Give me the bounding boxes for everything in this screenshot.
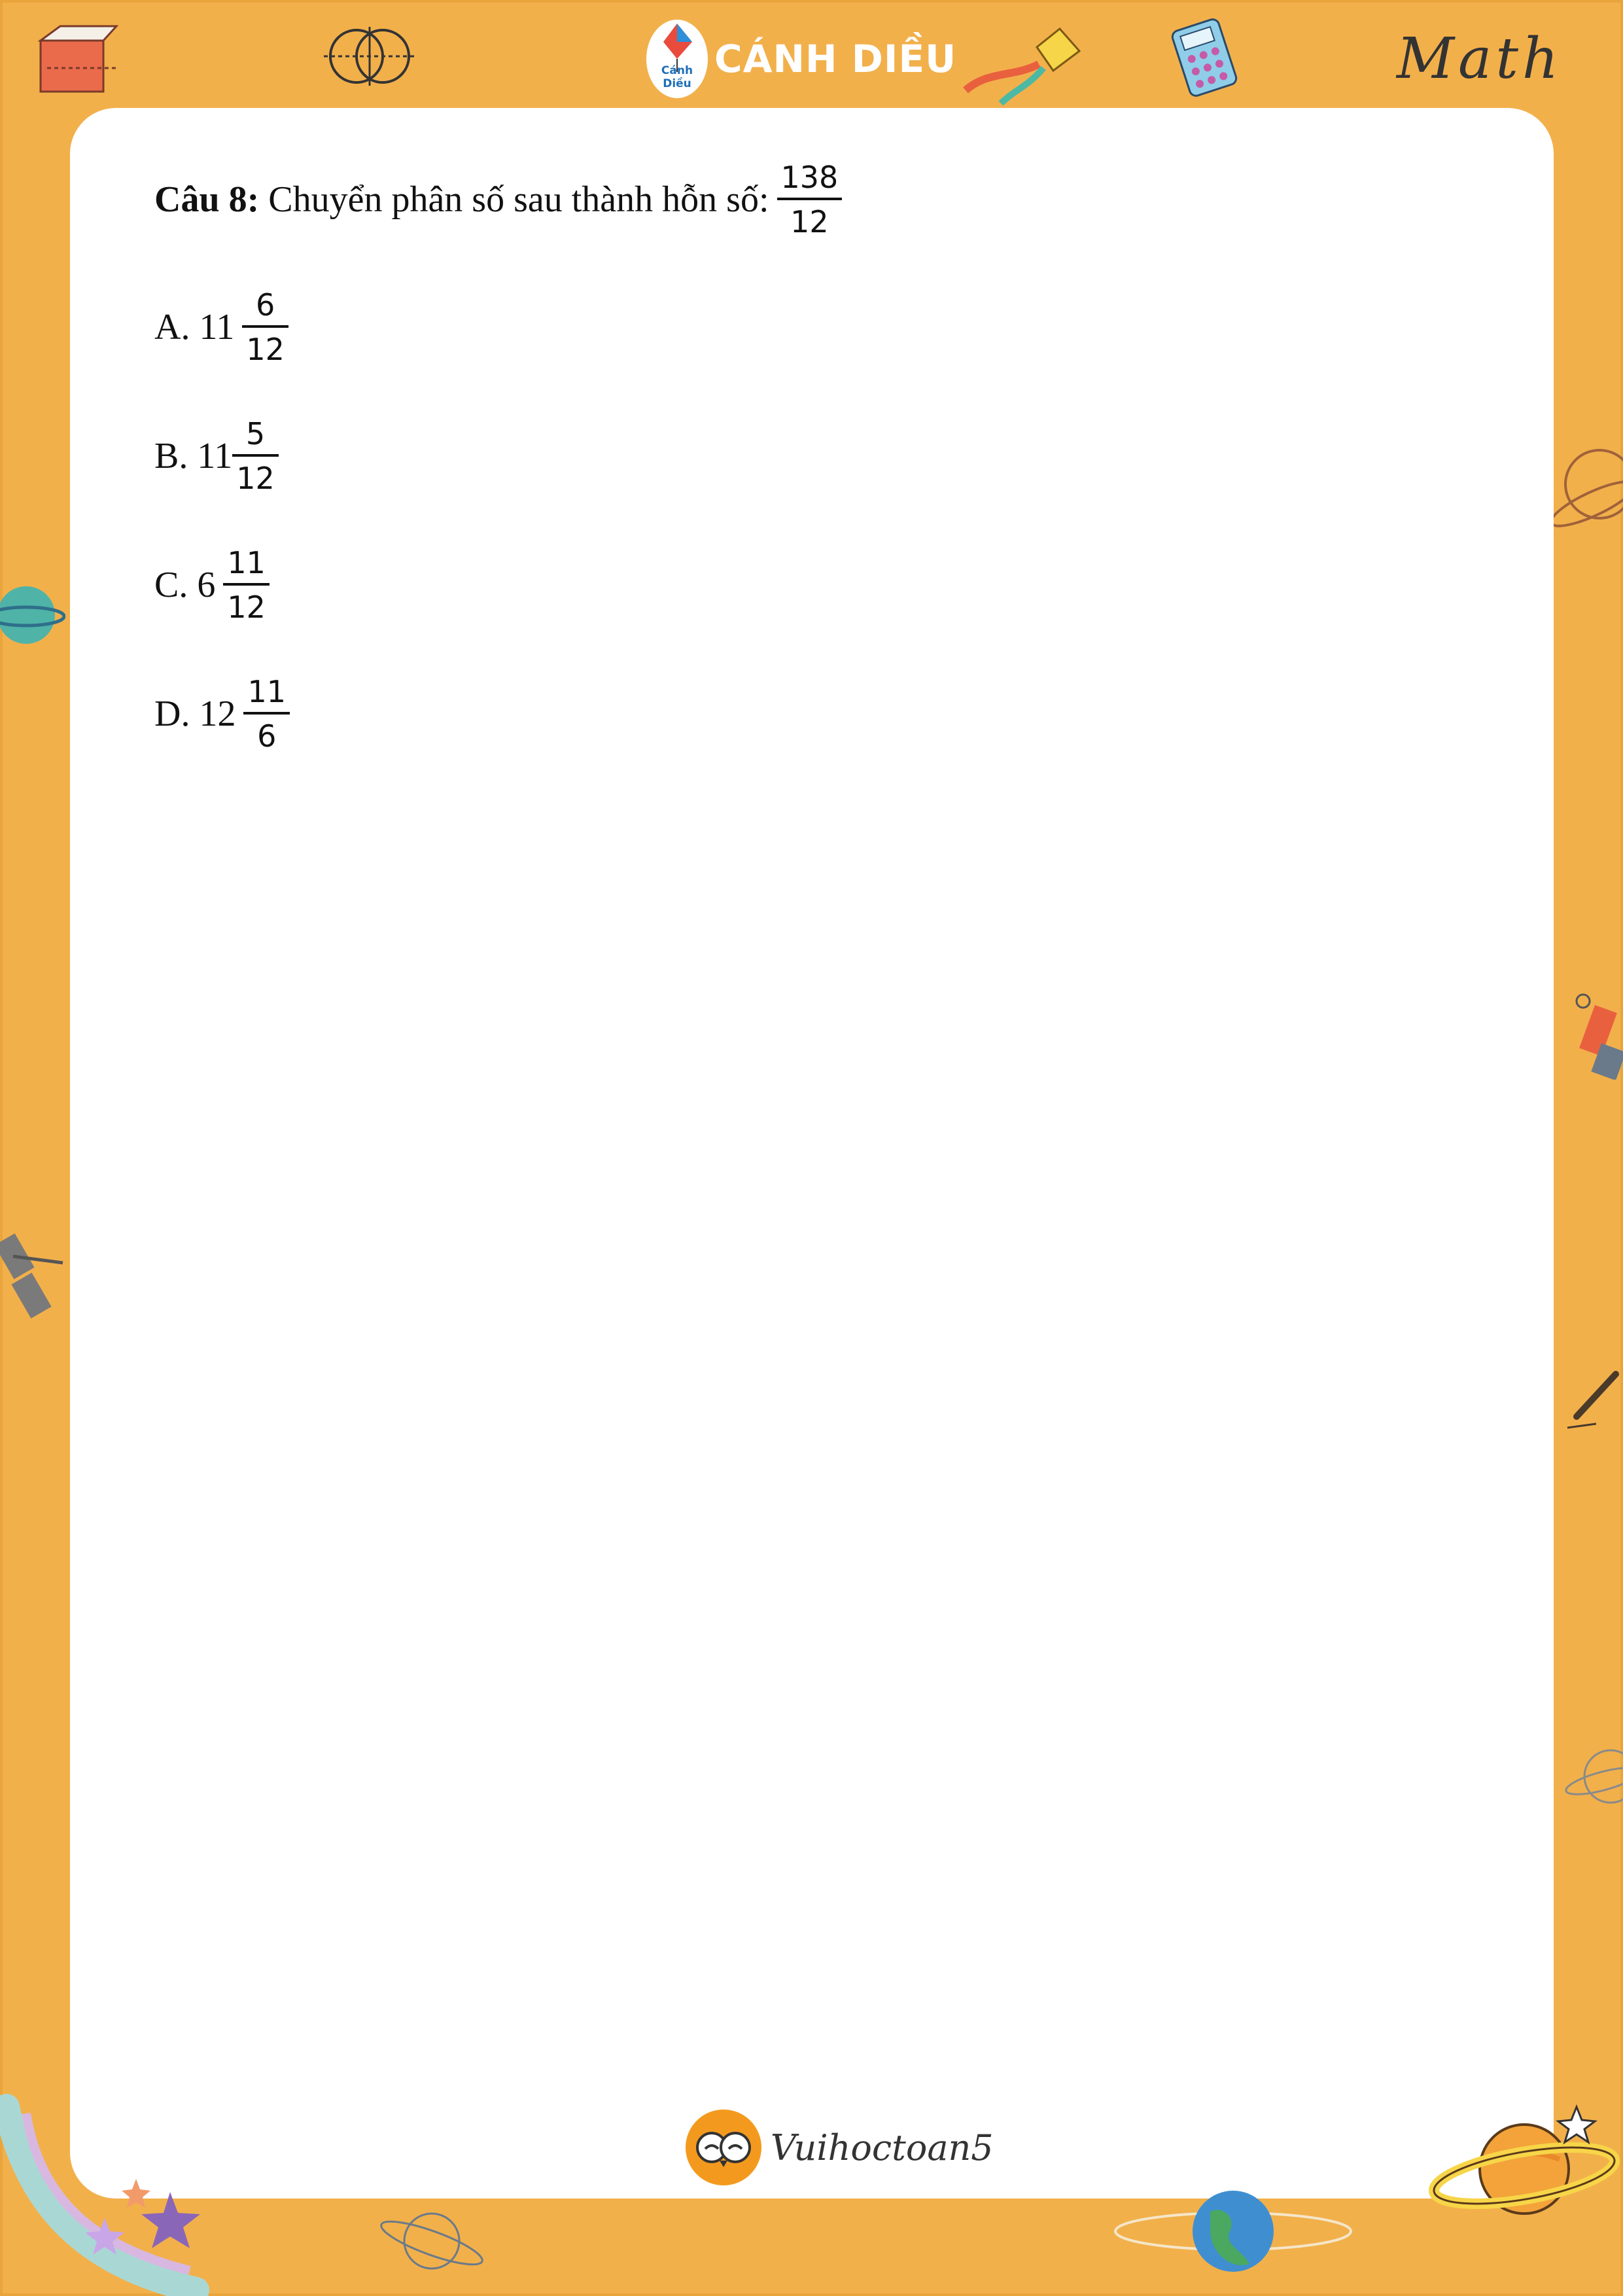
space-station-icon: [0, 1233, 63, 1318]
fraction-denominator: 12: [236, 460, 275, 496]
ringed-planet-icon: [1428, 2104, 1620, 2215]
planet-outline-small-icon: [1565, 1749, 1623, 1804]
pencil-icon: [1567, 1371, 1619, 1429]
option-fraction: 11 6: [243, 677, 290, 751]
satellite-icon: [1575, 993, 1623, 1080]
fraction-numerator: 11: [227, 544, 266, 580]
question-text: Chuyển phân số sau thành hỗn số:: [268, 179, 769, 220]
option-b[interactable]: B. 11 5 12: [154, 405, 842, 506]
option-fraction: 6 12: [242, 290, 288, 364]
footer-brand: Vuihoctoan5: [686, 2108, 994, 2187]
question-label: Câu 8:: [154, 179, 260, 220]
question-line: Câu 8: Chuyển phân số sau thành hỗn số: …: [154, 150, 843, 249]
fraction-denominator: 6: [257, 718, 277, 754]
ruler-box-icon: [37, 25, 119, 93]
logo-title: CÁNH DIỀU: [714, 37, 957, 81]
option-a[interactable]: A. 11 6 12: [154, 276, 842, 378]
fraction-numerator: 11: [247, 673, 286, 709]
fraction-denominator: 12: [227, 589, 266, 625]
venn-diagram-icon: [324, 27, 415, 86]
logo-badge-text: Cánh Diều: [661, 64, 693, 90]
kite-icon: [963, 27, 1081, 106]
option-c[interactable]: C. 6 11 12: [154, 534, 842, 635]
fraction-numerator: 6: [256, 287, 275, 323]
fraction-denominator: 12: [246, 331, 285, 367]
option-label: D. 12: [154, 693, 236, 734]
fraction-denominator: 12: [790, 204, 829, 239]
planet-icon: [0, 586, 65, 644]
math-handwritten-label: Math: [1397, 26, 1563, 92]
option-d[interactable]: D. 12 11 6: [154, 663, 842, 764]
kite-logo-badge: Cánh Diều: [646, 20, 708, 98]
planet-outline-icon: [1550, 449, 1623, 527]
fraction-numerator: 138: [780, 160, 839, 195]
fraction-numerator: 5: [245, 415, 266, 451]
option-label: B. 11: [154, 435, 233, 476]
shooting-star-icon: [0, 2094, 209, 2296]
option-label: A. 11: [154, 306, 235, 347]
question-fraction: 138 12: [777, 162, 843, 237]
option-label: C. 6: [154, 564, 216, 605]
option-fraction: 11 12: [223, 548, 270, 622]
globe-icon: [1114, 2191, 1352, 2272]
footer-brand-text: Vuihoctoan5: [771, 2127, 994, 2168]
calculator-icon: [1171, 18, 1238, 97]
question-block: Câu 8: Chuyển phân số sau thành hỗn số: …: [154, 150, 843, 764]
owl-icon: [686, 2110, 761, 2185]
canh-dieu-logo: Cánh Diều CÁNH DIỀU: [646, 17, 956, 101]
option-fraction: 5 12: [232, 419, 279, 493]
planet-outline-bottom-icon: [380, 2212, 483, 2270]
